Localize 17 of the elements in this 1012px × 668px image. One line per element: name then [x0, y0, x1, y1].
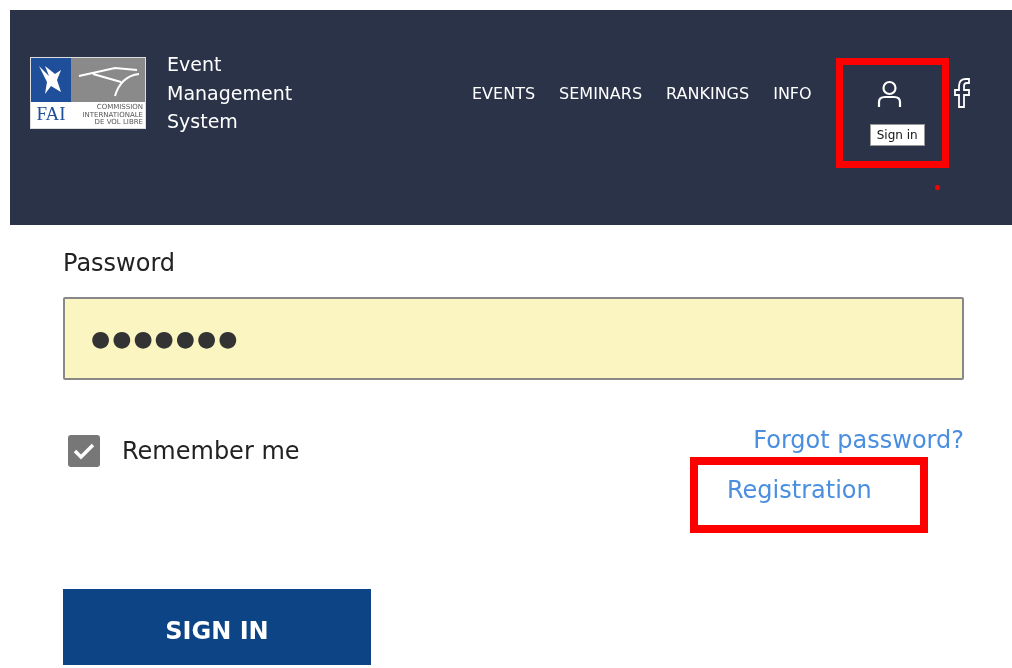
nav-link[interactable]: RANKINGS — [666, 83, 750, 103]
remember-label: Remember me — [122, 437, 300, 465]
site-title-line: Management — [167, 80, 294, 106]
site-title-line: System — [167, 109, 239, 135]
sign-in-tooltip: Sign in — [869, 124, 925, 146]
password-label: Password — [63, 248, 177, 279]
checkmark-icon — [73, 442, 95, 460]
user-icon[interactable] — [876, 80, 902, 108]
nav-link[interactable]: INFO — [773, 83, 812, 103]
sign-in-button[interactable]: SIGN IN — [63, 589, 371, 665]
nav-link[interactable]: SEMINARS — [559, 83, 643, 103]
logo-letters: FAI — [35, 102, 67, 126]
facebook-icon[interactable] — [952, 78, 971, 108]
remember-checkbox[interactable] — [68, 435, 100, 467]
site-title-line: Event — [167, 52, 223, 78]
password-field[interactable]: ●●●●●●● — [63, 297, 964, 380]
nav-link[interactable]: EVENTS — [472, 83, 536, 103]
